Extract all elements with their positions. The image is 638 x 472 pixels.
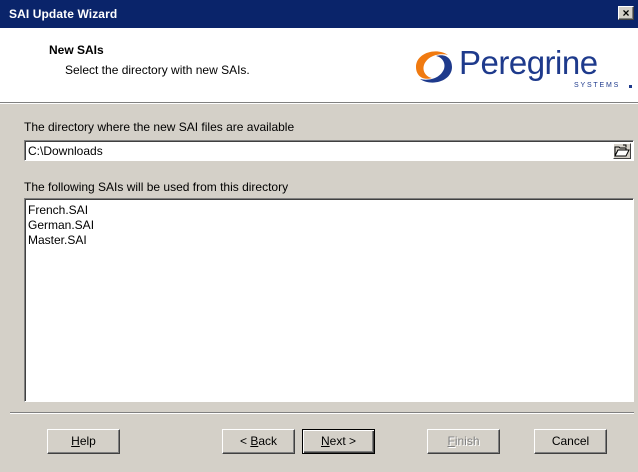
help-accel: H: [71, 434, 80, 448]
header-divider: [0, 102, 638, 104]
logo-wordmark: Peregrine: [459, 44, 598, 81]
next-label: ext >: [329, 434, 357, 448]
folder-open-icon: [614, 144, 630, 157]
back-button[interactable]: < Back: [222, 429, 295, 454]
page-title: New SAIs: [49, 43, 104, 57]
peregrine-logo: Peregrine SYSTEMS: [410, 42, 634, 94]
help-button[interactable]: Help: [47, 429, 120, 454]
sai-list[interactable]: French.SAI German.SAI Master.SAI: [24, 198, 634, 402]
next-accel: N: [320, 434, 330, 448]
wizard-header: New SAIs Select the directory with new S…: [0, 28, 638, 102]
window-title: SAI Update Wizard: [9, 7, 118, 21]
logo-dot: [629, 85, 632, 88]
title-bar: SAI Update Wizard ×: [0, 0, 638, 28]
directory-label: The directory where the new SAI files ar…: [24, 120, 295, 134]
list-item[interactable]: German.SAI: [28, 218, 630, 233]
next-button[interactable]: Next >: [302, 429, 375, 454]
footer-divider: [10, 412, 634, 414]
directory-value[interactable]: C:\Downloads: [28, 144, 103, 158]
page-subtitle: Select the directory with new SAIs.: [65, 63, 250, 77]
peregrine-swirl-icon: [416, 51, 452, 83]
browse-button[interactable]: [613, 143, 631, 159]
finish-label: inish: [454, 434, 480, 448]
help-label: elp: [79, 434, 96, 448]
finish-button[interactable]: Finish: [427, 429, 500, 454]
directory-field[interactable]: C:\Downloads: [24, 140, 634, 161]
cancel-button[interactable]: Cancel: [534, 429, 607, 454]
logo-subtext: SYSTEMS: [574, 82, 621, 89]
back-prefix: <: [239, 434, 251, 448]
list-item[interactable]: French.SAI: [28, 203, 630, 218]
list-item[interactable]: Master.SAI: [28, 233, 630, 248]
sai-list-label: The following SAIs will be used from thi…: [24, 180, 289, 194]
back-label: ack: [258, 434, 278, 448]
close-button[interactable]: ×: [618, 6, 634, 20]
finish-accel: F: [447, 434, 455, 448]
